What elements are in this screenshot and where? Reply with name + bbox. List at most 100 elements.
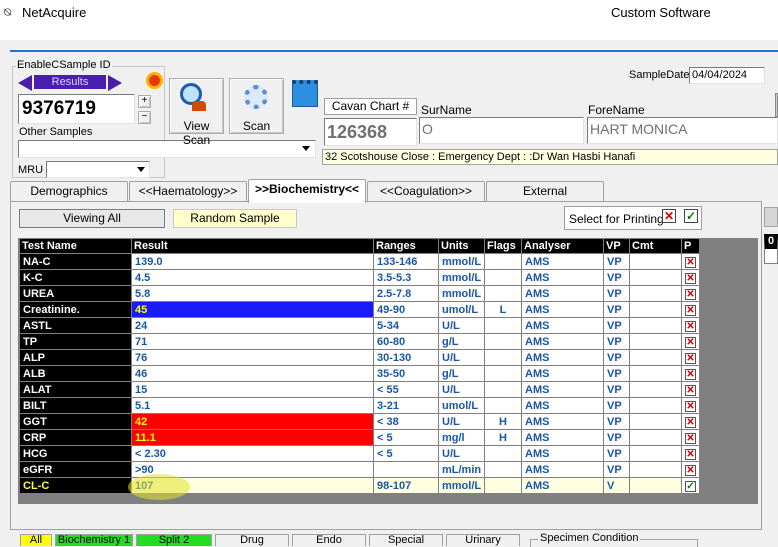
print-x-icon[interactable]: ✕ xyxy=(685,464,696,476)
decrement-button[interactable]: − xyxy=(138,111,151,124)
result-cell[interactable]: 76 xyxy=(131,349,374,366)
chart-number-field[interactable]: 126368 xyxy=(324,118,417,146)
table-row[interactable]: NA-C 139.0 133-146 mmol/L AMS VP ✕ xyxy=(19,253,700,270)
print-cell[interactable]: ✕ xyxy=(681,461,700,478)
table-row[interactable]: CL-C10798-107mmol/LAMSV✓ xyxy=(19,477,700,494)
view-scan-button[interactable]: View Scan xyxy=(169,78,224,147)
random-sample-label[interactable]: Random Sample xyxy=(173,209,297,228)
print-x-icon[interactable]: ✕ xyxy=(685,432,696,444)
next-arrow-icon[interactable] xyxy=(108,75,122,91)
table-row[interactable]: TP 71 60-80 g/L AMS VP ✕ xyxy=(19,333,700,350)
result-cell[interactable]: 71 xyxy=(131,333,374,350)
print-cell[interactable]: ✕ xyxy=(681,429,700,446)
print-cell[interactable]: ✕ xyxy=(681,285,700,302)
print-x-icon[interactable]: ✕ xyxy=(685,352,696,364)
sample-date-input[interactable]: 04/04/2024 xyxy=(689,67,765,84)
select-all-icon[interactable]: ✓ xyxy=(684,209,698,223)
print-cell[interactable]: ✕ xyxy=(681,301,700,318)
print-cell[interactable]: ✕ xyxy=(681,365,700,382)
print-cell[interactable]: ✕ xyxy=(681,397,700,414)
scan-button[interactable]: Scan xyxy=(229,78,284,134)
deselect-all-icon[interactable]: ✕ xyxy=(662,209,676,223)
result-cell[interactable]: 15 xyxy=(131,381,374,398)
col-header[interactable]: Flags xyxy=(484,238,522,254)
tab-coagulation[interactable]: <<Coagulation>> xyxy=(367,181,485,201)
surname-field[interactable]: O xyxy=(419,117,584,144)
result-cell[interactable]: 46 xyxy=(131,365,374,382)
print-cell[interactable]: ✕ xyxy=(681,269,700,286)
col-header[interactable]: Units xyxy=(438,238,485,254)
bottom-tab-all[interactable]: All xyxy=(20,534,52,546)
bottom-tab-split-2[interactable]: Split 2 xyxy=(136,534,212,546)
table-row[interactable]: Creatinine. 45 49-90 umol/L L AMS VP ✕ xyxy=(19,301,700,318)
print-x-icon[interactable]: ✕ xyxy=(685,368,696,380)
bottom-tab-drug[interactable]: Drug xyxy=(215,534,289,546)
print-cell[interactable]: ✕ xyxy=(681,333,700,350)
tab-external[interactable]: External xyxy=(486,181,604,201)
bottom-tab-special[interactable]: Special xyxy=(369,534,443,546)
table-row[interactable]: ALAT 15 < 55 U/L AMS VP ✕ xyxy=(19,381,700,398)
result-cell[interactable]: 139.0 xyxy=(131,253,374,270)
col-header[interactable]: Ranges xyxy=(373,238,439,254)
results-button[interactable]: Results xyxy=(34,75,106,89)
table-row[interactable]: CRP 11.1 < 5 mg/l H AMS VP ✕ xyxy=(19,429,700,446)
print-x-icon[interactable]: ✕ xyxy=(685,320,696,332)
result-cell[interactable]: 5.1 xyxy=(131,397,374,414)
print-x-icon[interactable]: ✕ xyxy=(685,416,696,428)
col-header[interactable]: Analyser xyxy=(521,238,604,254)
table-row[interactable]: ASTL 24 5-34 U/L AMS VP ✕ xyxy=(19,317,700,334)
print-cell[interactable]: ✕ xyxy=(681,413,700,430)
result-cell[interactable]: 24 xyxy=(131,317,374,334)
print-x-icon[interactable]: ✕ xyxy=(685,272,696,284)
result-cell[interactable]: < 2.30 xyxy=(131,445,374,462)
print-check-icon[interactable]: ✓ xyxy=(685,480,696,492)
print-cell[interactable]: ✕ xyxy=(681,253,700,270)
table-row[interactable]: GGT 42 < 38 U/L H AMS VP ✕ xyxy=(19,413,700,430)
table-row[interactable]: eGFR >90 mL/min AMS VP ✕ xyxy=(19,461,700,478)
print-x-icon[interactable]: ✕ xyxy=(685,448,696,460)
col-header[interactable]: Cmt xyxy=(629,238,682,254)
print-x-icon[interactable]: ✕ xyxy=(685,288,696,300)
table-row[interactable]: ALB 46 35-50 g/L AMS VP ✕ xyxy=(19,365,700,382)
print-cell[interactable]: ✕ xyxy=(681,349,700,366)
col-header[interactable]: VP xyxy=(603,238,630,254)
result-cell[interactable]: 11.1 xyxy=(131,429,374,446)
print-cell[interactable]: ✓ xyxy=(681,477,700,494)
col-header[interactable]: Result xyxy=(131,238,374,254)
col-header[interactable]: Test Name xyxy=(19,238,132,254)
print-x-icon[interactable]: ✕ xyxy=(685,400,696,412)
notepad-icon[interactable] xyxy=(292,80,318,107)
print-x-icon[interactable]: ✕ xyxy=(685,304,696,316)
print-cell[interactable]: ✕ xyxy=(681,445,700,462)
print-x-icon[interactable]: ✕ xyxy=(685,336,696,348)
print-x-icon[interactable]: ✕ xyxy=(685,384,696,396)
other-samples-combo[interactable] xyxy=(18,140,316,158)
table-row[interactable]: K-C 4.5 3.5-5.3 mmol/L AMS VP ✕ xyxy=(19,269,700,286)
bottom-tab-urinary[interactable]: Urinary xyxy=(446,534,520,546)
result-cell[interactable]: 42 xyxy=(131,413,374,430)
result-cell[interactable]: 4.5 xyxy=(131,269,374,286)
tab-demographics[interactable]: Demographics xyxy=(10,181,128,201)
bottom-tab-biochemistry-1[interactable]: Biochemistry 1 xyxy=(55,534,133,546)
prev-arrow-icon[interactable] xyxy=(18,75,32,91)
table-row[interactable]: HCG < 2.30 < 5 U/L AMS VP ✕ xyxy=(19,445,700,462)
table-row[interactable]: BILT 5.1 3-21 umol/L AMS VP ✕ xyxy=(19,397,700,414)
bottom-tab-endo[interactable]: Endo xyxy=(292,534,366,546)
print-x-icon[interactable]: ✕ xyxy=(685,256,696,268)
mru-chevron-down-icon[interactable] xyxy=(137,167,145,172)
viewing-all-label[interactable]: Viewing All xyxy=(19,209,165,228)
tab-biochemistry[interactable]: >>Biochemistry<< xyxy=(248,179,366,203)
print-cell[interactable]: ✕ xyxy=(681,317,700,334)
table-row[interactable]: ALP 76 30-130 U/L AMS VP ✕ xyxy=(19,349,700,366)
increment-button[interactable]: + xyxy=(138,95,151,108)
print-cell[interactable]: ✕ xyxy=(681,381,700,398)
mru-combo[interactable] xyxy=(46,161,150,178)
table-row[interactable]: UREA 5.8 2.5-7.8 mmol/L AMS VP ✕ xyxy=(19,285,700,302)
chevron-down-icon[interactable] xyxy=(302,146,310,151)
forename-field[interactable]: HART MONICA xyxy=(587,117,778,144)
result-cell[interactable]: 45 xyxy=(131,301,374,318)
result-cell[interactable]: 5.8 xyxy=(131,285,374,302)
tab-haematology[interactable]: <<Haematology>> xyxy=(129,181,247,201)
col-header[interactable]: P xyxy=(681,238,700,254)
sample-id-input[interactable]: 9376719 xyxy=(18,94,135,124)
